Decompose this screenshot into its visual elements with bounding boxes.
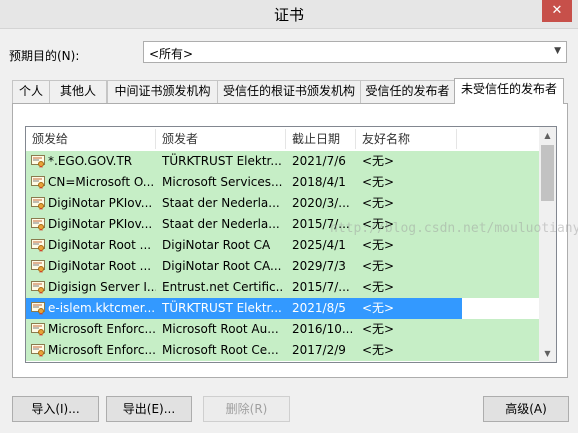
watermark-text: http://blog.csdn.net/mouluotianya [330, 221, 578, 236]
certificate-icon [31, 281, 45, 294]
cell-friendly: <无> [362, 196, 395, 210]
table-row[interactable]: e-islem.kktcmer... TÜRKTRUST Elektr... 202… [26, 298, 540, 319]
window-title: 证书 [273, 6, 304, 24]
certificate-icon [31, 155, 45, 168]
cell-issued-to: CN=Microsoft O... [48, 175, 155, 189]
column-issuer[interactable]: 颁发者 [156, 127, 286, 151]
table-row[interactable]: CN=Microsoft O... Microsoft Services... 20… [26, 172, 540, 193]
cell-friendly: <无> [362, 343, 395, 357]
list-header: 颁发给 颁发者 截止日期 友好名称 [26, 127, 540, 151]
cell-friendly: <无> [362, 238, 395, 252]
table-row[interactable]: Digisign Server I... Entrust.net Certific… [26, 277, 540, 298]
cell-issued-to: DigiNotar PKIov... [48, 196, 153, 210]
cell-issued-to: Microsoft Enforc... [48, 322, 156, 336]
remove-button[interactable]: 删除(R) [203, 396, 290, 422]
cell-issuer: Microsoft Root Ce... [162, 343, 279, 357]
scroll-up-icon[interactable]: ▲ [539, 127, 556, 144]
certificate-icon [31, 176, 45, 189]
cell-issued-to: e-islem.kktcmer... [48, 301, 156, 315]
purpose-value: <所有> [149, 47, 194, 61]
cell-issued-to: DigiNotar Root ... [48, 238, 152, 252]
cell-expires: 2017/2/9 [292, 343, 346, 357]
cell-friendly: <无> [362, 301, 395, 315]
table-row[interactable]: Microsoft Enforc... Microsoft Root Au... 2… [26, 319, 540, 340]
cell-expires: 2020/3/... [292, 196, 350, 210]
cell-issuer: DigiNotar Root CA [162, 238, 271, 252]
tab-personal[interactable]: 个人 [12, 80, 50, 103]
cell-issuer: Microsoft Services... [162, 175, 282, 189]
tab-trusted-publishers[interactable]: 受信任的发布者 [360, 80, 455, 103]
cell-issued-to: DigiNotar Root ... [48, 259, 152, 273]
cell-issued-to: Digisign Server I... [48, 280, 156, 294]
close-icon[interactable]: ✕ [552, 3, 563, 18]
import-button[interactable]: 导入(I)... [12, 396, 99, 422]
cell-expires: 2021/8/5 [292, 301, 346, 315]
certificate-icon [31, 302, 45, 315]
certificate-icon [31, 197, 45, 210]
cell-friendly: <无> [362, 175, 395, 189]
table-row[interactable]: DigiNotar PKIov... Staat der Nederla... 20… [26, 193, 540, 214]
cell-issuer: DigiNotar Root CA... [162, 259, 282, 273]
cell-issued-to: Microsoft Enforc... [48, 343, 156, 357]
column-expiration[interactable]: 截止日期 [286, 127, 356, 151]
advanced-button[interactable]: 高级(A) [483, 396, 569, 422]
export-button[interactable]: 导出(E)... [106, 396, 192, 422]
certificate-icon [31, 218, 45, 231]
cell-expires: 2018/4/1 [292, 175, 346, 189]
tab-intermediate-ca[interactable]: 中间证书颁发机构 [107, 80, 218, 103]
purpose-label: 预期目的(N): [9, 49, 80, 63]
column-friendly-name[interactable]: 友好名称 [356, 127, 456, 151]
cell-friendly: <无> [362, 322, 395, 336]
certificate-list[interactable]: 颁发给 颁发者 截止日期 友好名称 *.EGO.GOV.TR TÜRKTRUST … [25, 126, 557, 363]
purpose-select[interactable]: <所有> ▼ [143, 41, 567, 63]
cell-issued-to: DigiNotar PKIov... [48, 217, 153, 231]
vertical-scrollbar[interactable]: ▲ ▼ [539, 127, 556, 362]
cell-expires: 2025/4/1 [292, 238, 346, 252]
scroll-thumb[interactable] [541, 145, 554, 201]
close-button[interactable]: ✕ [542, 0, 572, 22]
cell-expires: 2016/10... [292, 322, 354, 336]
certificate-icon [31, 323, 45, 336]
table-row[interactable]: DigiNotar Root ... DigiNotar Root CA 2025/… [26, 235, 540, 256]
cell-expires: 2015/7/... [292, 280, 350, 294]
certificate-icon [31, 344, 45, 357]
cell-expires: 2029/7/3 [292, 259, 346, 273]
cell-friendly: <无> [362, 280, 395, 294]
cell-issued-to: *.EGO.GOV.TR [48, 154, 133, 168]
table-row[interactable]: Microsoft Enforc... Microsoft Root Ce... 2… [26, 340, 540, 361]
cell-expires: 2021/7/6 [292, 154, 346, 168]
certificate-icon [31, 260, 45, 273]
tab-trusted-root-ca[interactable]: 受信任的根证书颁发机构 [217, 80, 361, 103]
tab-untrusted-publishers[interactable]: 未受信任的发布者 [454, 78, 564, 104]
cell-issuer: Entrust.net Certific... [162, 280, 282, 294]
cell-issuer: TÜRKTRUST Elektr... [162, 301, 282, 315]
cell-issuer: Microsoft Root Au... [162, 322, 279, 336]
table-row[interactable]: DigiNotar Root ... DigiNotar Root CA... 20… [26, 256, 540, 277]
cell-friendly: <无> [362, 154, 395, 168]
cell-issuer: TÜRKTRUST Elektr... [162, 154, 282, 168]
chevron-down-icon: ▼ [554, 46, 561, 56]
certificate-icon [31, 239, 45, 252]
title-bar: 证书 ✕ [0, 0, 578, 29]
tab-other-people[interactable]: 其他人 [49, 80, 107, 103]
scroll-down-icon[interactable]: ▼ [539, 345, 556, 362]
cell-issuer: Staat der Nederla... [162, 196, 280, 210]
table-row[interactable]: *.EGO.GOV.TR TÜRKTRUST Elektr... 2021/7/6 <… [26, 151, 540, 172]
cell-friendly: <无> [362, 259, 395, 273]
cell-issuer: Staat der Nederla... [162, 217, 280, 231]
column-issued-to[interactable]: 颁发给 [26, 127, 156, 151]
